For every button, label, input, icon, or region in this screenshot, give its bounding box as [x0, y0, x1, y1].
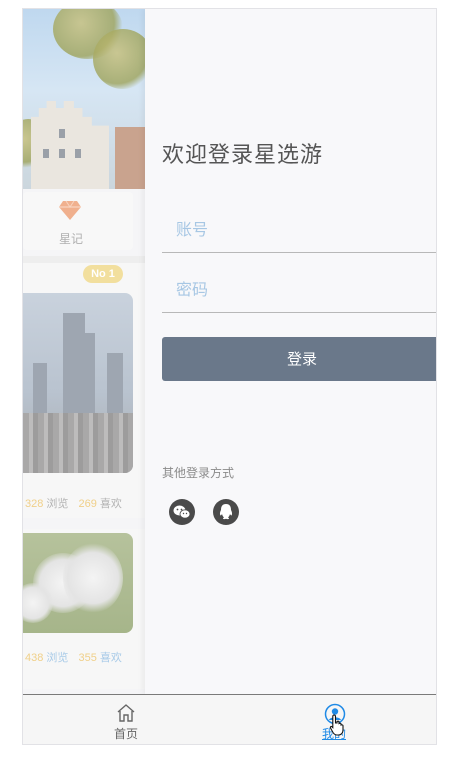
nav-tile-star-notes[interactable]: 星记 [23, 192, 133, 250]
app-screen: 星记 No 1 328 浏览 269 喜欢 438 浏览 355 喜欢 欢迎登录… [22, 8, 437, 745]
login-panel: 欢迎登录星选游 登录 其他登录方式 [145, 9, 436, 695]
wechat-icon [173, 505, 191, 519]
bottom-tab-bar: 首页 我的 [23, 694, 436, 744]
qq-icon [219, 504, 233, 520]
password-input[interactable] [162, 269, 436, 313]
card-photo [23, 293, 133, 473]
other-login-methods-label: 其他登录方式 [162, 466, 235, 480]
diamond-icon [59, 200, 81, 220]
tab-label: 首页 [113, 727, 138, 741]
card-stats: 328 浏览 269 喜欢 [25, 498, 122, 510]
home-page-background: 星记 No 1 328 浏览 269 喜欢 438 浏览 355 喜欢 [23, 9, 145, 695]
login-button[interactable]: 登录 [162, 337, 436, 381]
home-icon [117, 704, 135, 722]
card-photo [23, 533, 133, 633]
qq-login-button[interactable] [213, 499, 239, 525]
banner-image [23, 9, 145, 189]
tab-home[interactable]: 首页 [86, 695, 166, 744]
mouse-cursor-icon [329, 714, 344, 736]
wechat-login-button[interactable] [169, 499, 195, 525]
card-stats: 438 浏览 355 喜欢 [25, 652, 122, 664]
rank-badge: No 1 [83, 265, 123, 283]
account-input[interactable] [162, 209, 436, 253]
nav-tile-label: 星记 [58, 232, 83, 246]
page-title: 欢迎登录星选游 [162, 142, 324, 167]
